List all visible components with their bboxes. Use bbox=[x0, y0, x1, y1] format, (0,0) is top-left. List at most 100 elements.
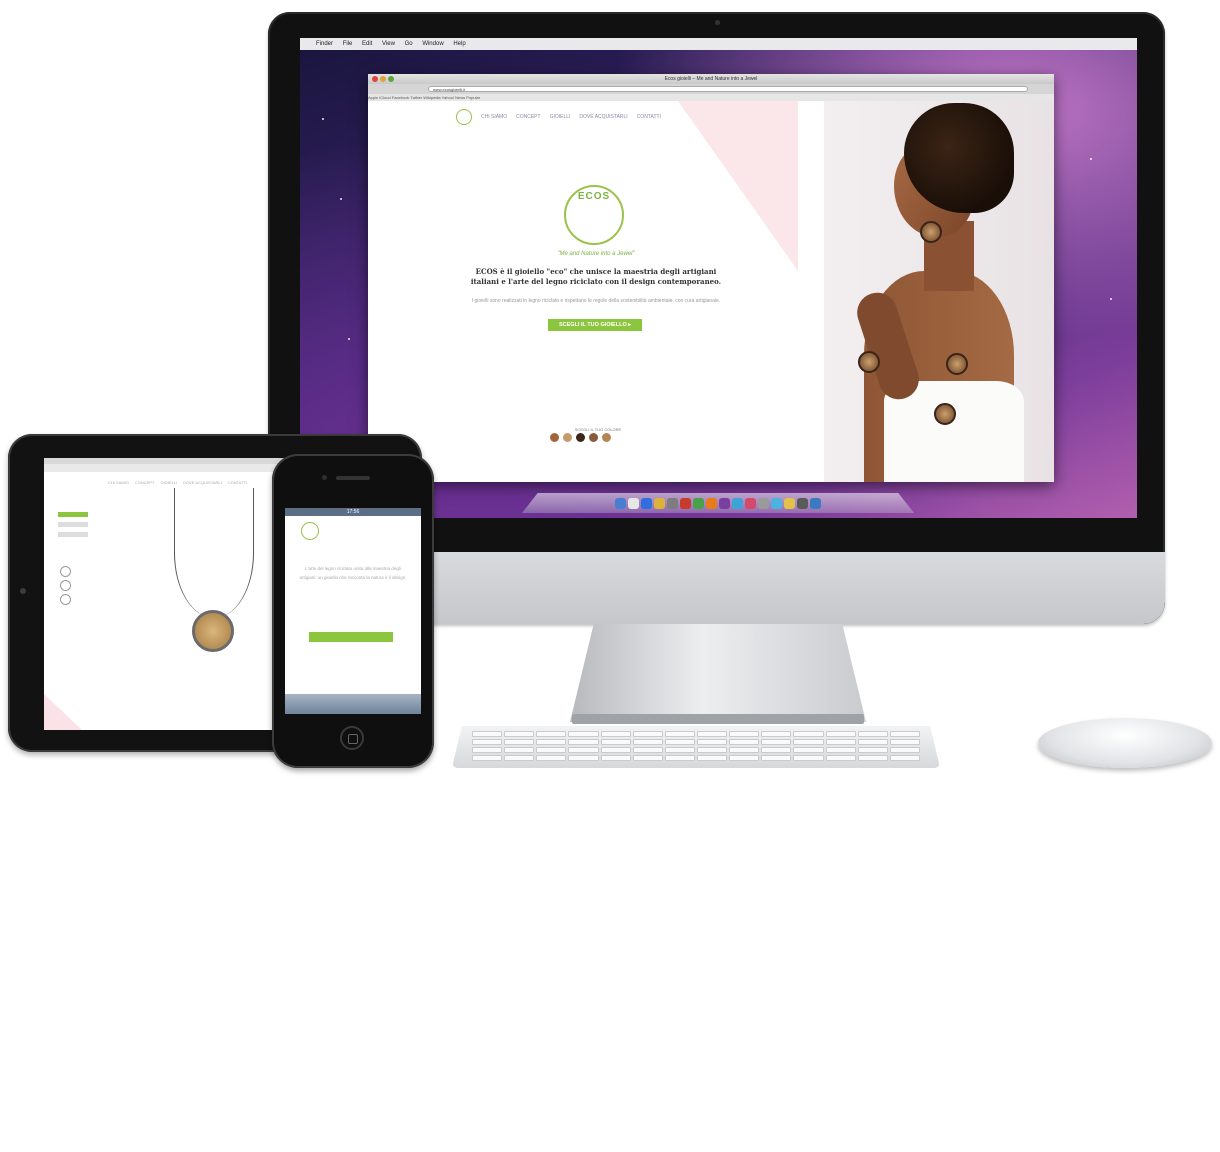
key bbox=[729, 755, 760, 761]
color-swatch[interactable] bbox=[602, 433, 611, 442]
model-photo bbox=[824, 101, 1054, 482]
keyboard bbox=[452, 726, 940, 768]
key bbox=[600, 739, 631, 745]
sidebar-item-active[interactable] bbox=[58, 512, 88, 517]
key bbox=[472, 731, 503, 737]
dock-app-icon[interactable] bbox=[797, 497, 808, 509]
iphone-statusbar: 17:56 bbox=[285, 508, 421, 516]
key-row bbox=[472, 755, 920, 761]
dock-app-icon[interactable] bbox=[680, 497, 691, 509]
color-swatch[interactable] bbox=[563, 433, 572, 442]
dock-app-icon[interactable] bbox=[771, 497, 782, 509]
key bbox=[696, 731, 728, 737]
menubar-item[interactable]: Window bbox=[422, 41, 443, 47]
iphone-camera bbox=[322, 475, 327, 480]
zoom-icon[interactable] bbox=[388, 76, 394, 82]
star bbox=[322, 118, 324, 120]
bracelet-pendant-icon bbox=[858, 351, 880, 373]
leaf-icon[interactable] bbox=[456, 109, 472, 125]
dock-app-icon[interactable] bbox=[732, 497, 743, 509]
dock-app-icon[interactable] bbox=[719, 497, 730, 509]
dock bbox=[522, 493, 914, 513]
sidebar-item[interactable] bbox=[58, 532, 88, 537]
menubar-item[interactable]: Help bbox=[453, 41, 465, 47]
key bbox=[889, 739, 920, 745]
mac-menubar: Finder File Edit View Go Window Help bbox=[300, 38, 1137, 50]
dock-app-icon[interactable] bbox=[706, 497, 717, 509]
menubar-item[interactable]: Finder bbox=[316, 41, 333, 47]
star bbox=[1110, 298, 1112, 300]
dock-app-icon[interactable] bbox=[628, 497, 639, 509]
key bbox=[632, 755, 663, 761]
option-icon[interactable] bbox=[60, 580, 71, 591]
key bbox=[761, 755, 792, 761]
magic-mouse bbox=[1038, 718, 1212, 768]
color-swatch[interactable] bbox=[589, 433, 598, 442]
nav-item[interactable]: CONTATTI bbox=[228, 480, 247, 485]
key bbox=[793, 755, 824, 761]
close-icon[interactable] bbox=[372, 76, 378, 82]
headline: ECOS è il gioiello "eco" che unisce la m… bbox=[470, 267, 722, 286]
menubar-item[interactable]: Go bbox=[405, 41, 413, 47]
cta-button[interactable]: SCEGLI IL TUO GIOIELLO ▸ bbox=[548, 319, 642, 331]
apple-logo-icon bbox=[698, 1112, 734, 1152]
dock-app-icon[interactable] bbox=[641, 497, 652, 509]
key bbox=[664, 755, 695, 761]
key bbox=[793, 731, 824, 737]
nav-item[interactable]: CONCEPT bbox=[516, 114, 540, 120]
ipad-site-nav: CHI SIAMO CONCEPT GIOIELLI DOVE ACQUISTA… bbox=[102, 480, 247, 485]
nav-item[interactable]: CONCEPT bbox=[135, 480, 155, 485]
dock-app-icon[interactable] bbox=[758, 497, 769, 509]
option-icon[interactable] bbox=[60, 594, 71, 605]
nav-item[interactable]: GIOIELLI bbox=[160, 480, 177, 485]
nav-item[interactable]: GIOIELLI bbox=[550, 114, 571, 120]
option-icon[interactable] bbox=[60, 566, 71, 577]
key bbox=[664, 731, 695, 737]
subtext: I gioielli sono realizzati in legno rici… bbox=[471, 298, 721, 304]
nav-item[interactable]: DOVE ACQUISTARLI bbox=[579, 114, 627, 120]
dock-app-icon[interactable] bbox=[693, 497, 704, 509]
dock-app-icon[interactable] bbox=[615, 497, 626, 509]
color-swatch[interactable] bbox=[576, 433, 585, 442]
nav-item[interactable]: CONTATTI bbox=[637, 114, 661, 120]
key bbox=[472, 747, 503, 753]
earring-icon bbox=[920, 221, 942, 243]
color-swatch[interactable] bbox=[550, 433, 559, 442]
address-bar[interactable]: www.ecosgioielli.it bbox=[428, 86, 1028, 92]
iphone-speaker bbox=[336, 476, 370, 480]
nav-item[interactable]: CHI SIAMO bbox=[108, 480, 129, 485]
dock-app-icon[interactable] bbox=[784, 497, 795, 509]
camera bbox=[715, 20, 720, 25]
dock-app-icon[interactable] bbox=[810, 497, 821, 509]
nav-item[interactable]: CHI SIAMO bbox=[481, 114, 507, 120]
menubar-item[interactable]: File bbox=[343, 41, 353, 47]
key bbox=[664, 739, 695, 745]
sidebar-item[interactable] bbox=[58, 522, 88, 527]
ecos-logo: ECOS bbox=[564, 185, 624, 245]
key bbox=[568, 731, 599, 737]
browser-window: Ecos gioielli – Me and Nature into a Jew… bbox=[368, 74, 1054, 482]
site-nav: CHI SIAMO CONCEPT GIOIELLI DOVE ACQUISTA… bbox=[456, 109, 661, 125]
dock-app-icon[interactable] bbox=[745, 497, 756, 509]
ipad-camera bbox=[20, 588, 26, 594]
key bbox=[825, 739, 856, 745]
cta-button[interactable] bbox=[309, 632, 393, 642]
key bbox=[793, 747, 824, 753]
safari-toolbar[interactable] bbox=[285, 694, 421, 714]
menubar-item[interactable]: View bbox=[382, 41, 395, 47]
key bbox=[568, 755, 599, 761]
key bbox=[761, 739, 792, 745]
color-swatches bbox=[550, 433, 611, 442]
menubar-item[interactable]: Edit bbox=[362, 41, 372, 47]
nav-item[interactable]: DOVE ACQUISTARLI bbox=[183, 480, 222, 485]
key bbox=[825, 755, 856, 761]
bracelet-pendant-icon bbox=[946, 353, 968, 375]
home-button[interactable] bbox=[340, 726, 364, 750]
browser-title-bar: Ecos gioielli – Me and Nature into a Jew… bbox=[368, 74, 1054, 84]
leaf-icon[interactable] bbox=[301, 522, 319, 540]
minimize-icon[interactable] bbox=[380, 76, 386, 82]
dock-app-icon[interactable] bbox=[654, 497, 665, 509]
key bbox=[825, 731, 856, 737]
bookmarks-bar[interactable]: Apple iCloud Facebook Twitter Wikipedia … bbox=[368, 94, 1054, 101]
dock-app-icon[interactable] bbox=[667, 497, 678, 509]
